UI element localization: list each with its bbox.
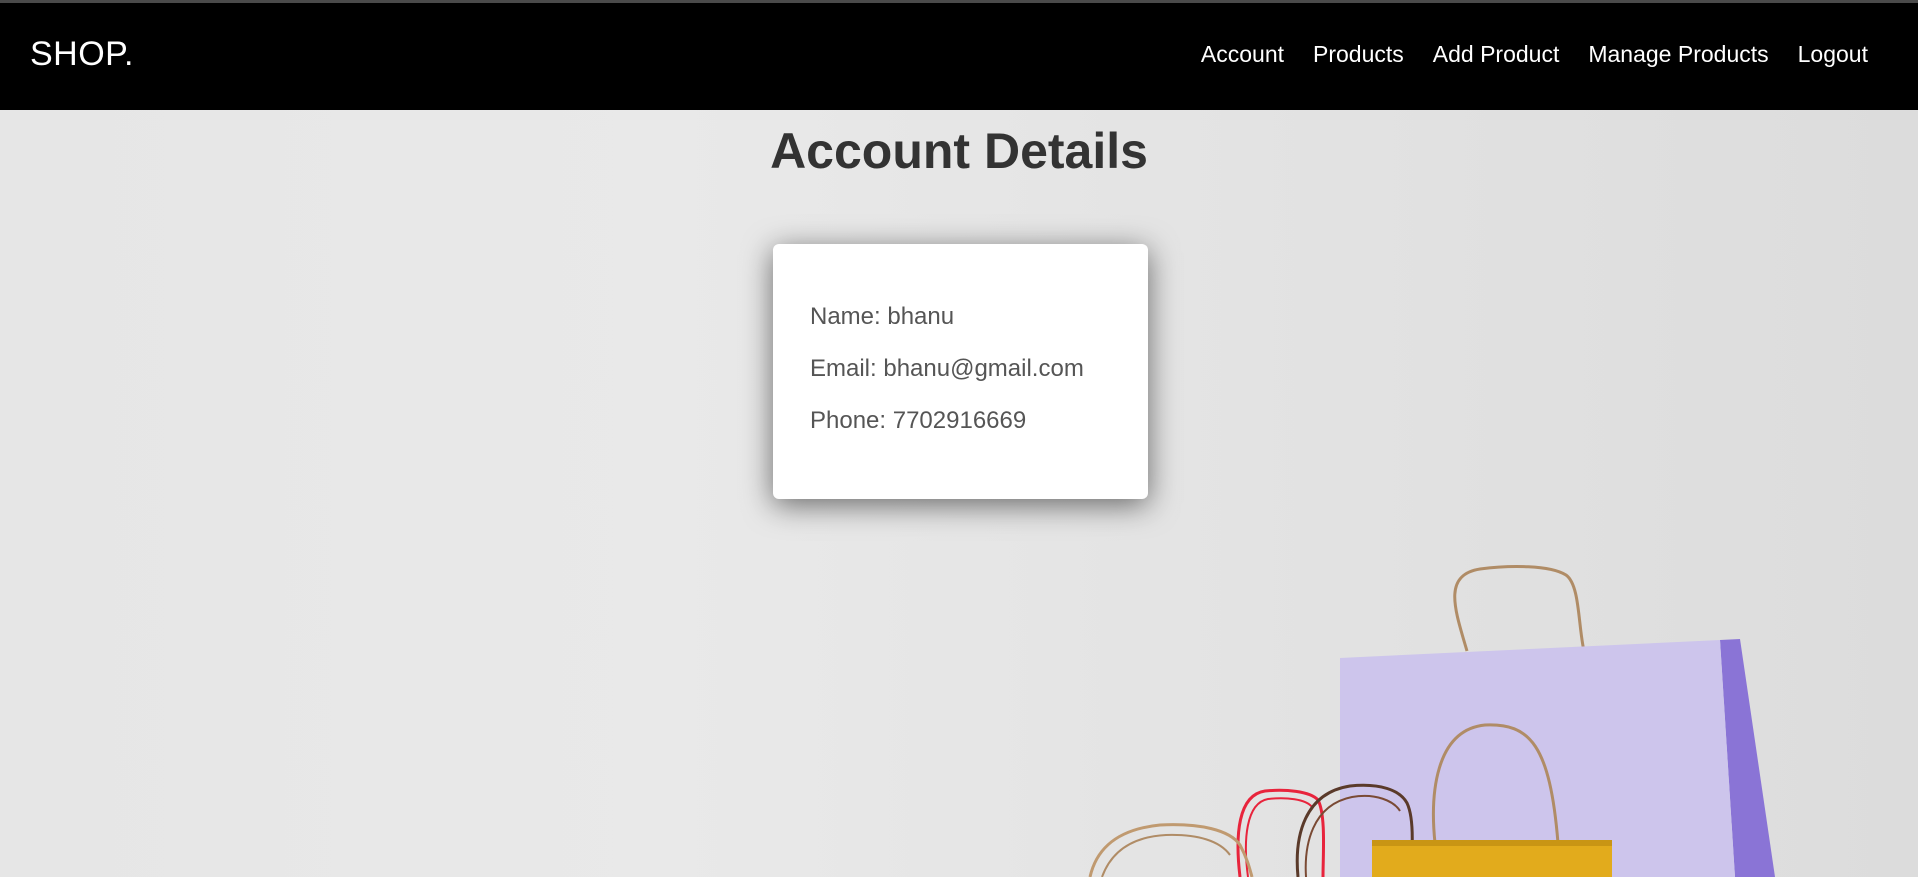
yellow-bag-top <box>1372 840 1612 846</box>
bag-handle <box>1101 833 1231 877</box>
account-email: Email: bhanu@gmail.com <box>810 355 1084 382</box>
nav-account-link[interactable]: Account <box>1201 41 1284 68</box>
nav-products-link[interactable]: Products <box>1313 41 1404 68</box>
account-name: Name: bhanu <box>810 303 955 330</box>
nav-manage-products-link[interactable]: Manage Products <box>1588 41 1768 68</box>
bag-handle <box>1244 797 1313 877</box>
nav-add-product-link[interactable]: Add Product <box>1433 41 1560 68</box>
brand-logo[interactable]: SHOP. <box>30 35 134 74</box>
account-phone: Phone: 7702916669 <box>810 407 1027 434</box>
shopping-bags-background-image <box>1088 565 1775 877</box>
page-title: Account Details <box>770 123 1148 179</box>
nav-links: Account Products Add Product Manage Prod… <box>1201 41 1868 68</box>
nav-logout-link[interactable]: Logout <box>1798 41 1868 68</box>
account-details-card: Name: bhanu Email: bhanu@gmail.com Phone… <box>773 244 1148 499</box>
bag-handle <box>1453 565 1586 652</box>
navbar: SHOP. Account Products Add Product Manag… <box>0 3 1918 110</box>
